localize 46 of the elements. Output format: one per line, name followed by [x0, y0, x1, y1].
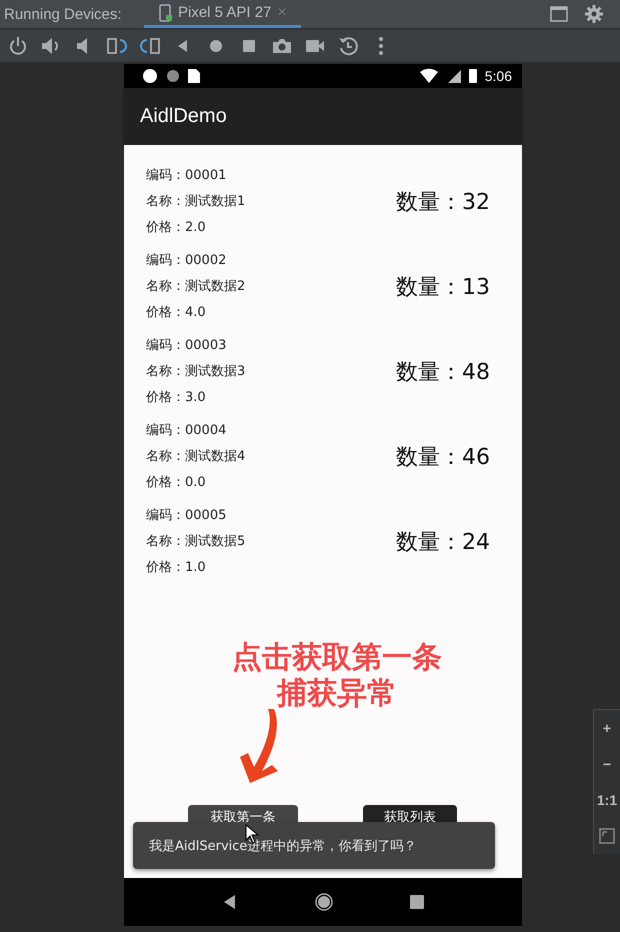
home-icon[interactable] — [314, 892, 334, 912]
rotate-left-icon[interactable] — [107, 36, 127, 56]
item-code: 编码：00004 — [146, 422, 228, 440]
volume-up-icon[interactable] — [41, 36, 61, 56]
annotation-text: 点击获取第一条 — [232, 640, 442, 676]
item-price: 价格：1.0 — [146, 559, 207, 577]
signal-icon — [446, 69, 461, 83]
item-name: 名称：测试数据4 — [146, 448, 246, 466]
item-price: 价格：4.0 — [146, 304, 207, 322]
item-quantity: 数量：13 — [396, 274, 490, 302]
item-price: 价格：0.0 — [146, 474, 207, 492]
panel-label: Running Devices: — [3, 6, 123, 22]
phone-icon — [158, 4, 172, 22]
item-quantity: 数量：48 — [396, 359, 490, 387]
item-name: 名称：测试数据3 — [146, 363, 246, 381]
fit-screen-icon[interactable] — [599, 828, 615, 844]
item-code: 编码：00001 — [146, 167, 228, 185]
rotate-right-icon[interactable] — [140, 36, 160, 56]
zoom-button[interactable]: 1:1 — [596, 792, 618, 808]
annotation-text: 捕获异常 — [277, 676, 397, 712]
camera-icon[interactable] — [272, 36, 292, 56]
battery-icon — [468, 69, 477, 83]
back-icon[interactable] — [222, 894, 238, 910]
zoom-button[interactable]: − — [602, 756, 612, 772]
restore-icon[interactable] — [338, 36, 358, 56]
item-code: 编码：00003 — [146, 337, 228, 355]
item-quantity: 数量：46 — [396, 444, 490, 472]
item-quantity: 数量：24 — [396, 529, 490, 557]
clock-time: 5:06 — [484, 68, 512, 84]
item-price: 价格：2.0 — [146, 219, 207, 237]
item-code: 编码：00005 — [146, 507, 228, 525]
window-icon[interactable] — [550, 6, 568, 22]
item-name: 名称：测试数据1 — [146, 193, 246, 211]
item-name: 名称：测试数据2 — [146, 278, 246, 296]
wifi-icon — [418, 68, 439, 84]
item-code: 编码：00002 — [146, 252, 228, 270]
notification-dot-icon — [142, 68, 158, 84]
zoom-button[interactable]: + — [602, 720, 612, 736]
sd-card-icon — [188, 69, 200, 83]
app-title: AidlDemo — [140, 105, 227, 128]
settings-icon[interactable] — [584, 4, 604, 24]
item-quantity: 数量：32 — [396, 189, 490, 217]
item-name: 名称：测试数据5 — [146, 533, 246, 551]
notification-dot-icon — [166, 69, 180, 83]
power-icon[interactable] — [8, 36, 28, 56]
item-price: 价格：3.0 — [146, 389, 207, 407]
